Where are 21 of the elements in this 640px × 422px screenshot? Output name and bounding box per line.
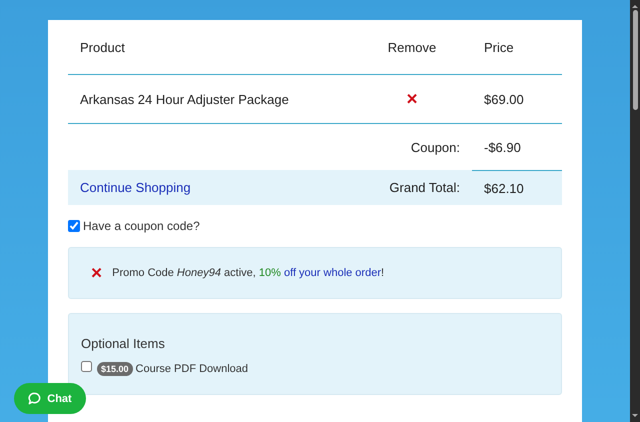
remove-promo-icon[interactable]: ×: [91, 264, 102, 282]
promo-message: Promo Code Honey94 active, 10% off your whole order!: [112, 267, 384, 279]
optional-items-title: Optional Items: [81, 336, 166, 351]
chat-bubble-icon: [28, 392, 42, 405]
coupon-checkbox[interactable]: [68, 220, 80, 232]
item-checkbox[interactable]: [81, 361, 92, 372]
item-label[interactable]: Course PDF Download: [136, 362, 248, 374]
column-header: Product: [79, 38, 126, 56]
continue-shopping-link[interactable]: Continue Shopping: [80, 180, 191, 195]
price: $69.00: [483, 90, 525, 108]
scrollbar[interactable]: [630, 0, 640, 422]
grand-total-amount: $62.10: [472, 170, 562, 205]
coupon-amount: -$6.90: [483, 138, 522, 156]
coupon-toggle-label[interactable]: Have a coupon code?: [83, 219, 200, 233]
column-header: Remove: [386, 38, 438, 56]
coupon-label: Coupon:: [410, 138, 461, 157]
price-badge: $15.00: [97, 362, 133, 376]
product-name: Arkansas 24 Hour Adjuster Package: [79, 90, 290, 109]
remove-icon[interactable]: ×: [406, 90, 418, 108]
grand-total-label: Grand Total:: [388, 179, 461, 197]
column-header: Price: [483, 38, 515, 56]
